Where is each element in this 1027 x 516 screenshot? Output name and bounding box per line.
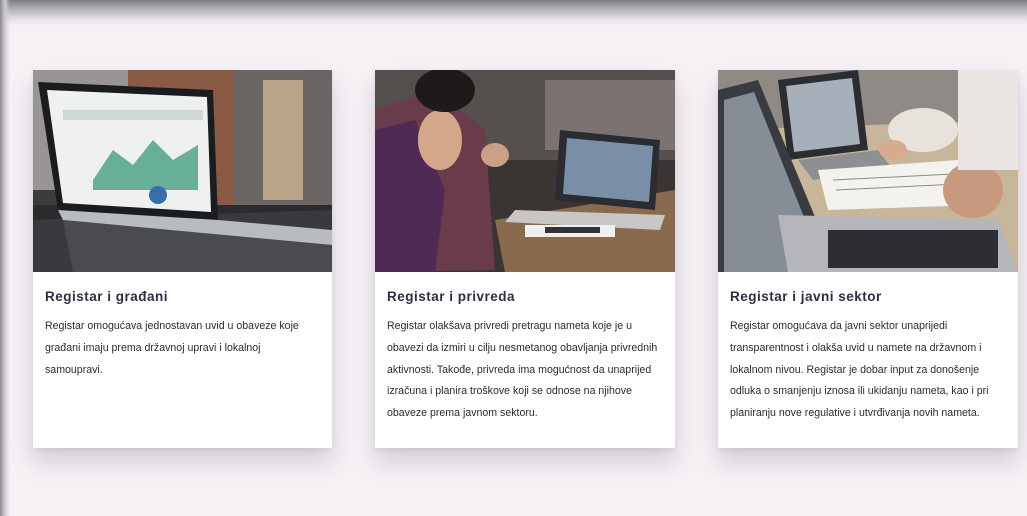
top-shadow-bar	[0, 0, 1027, 26]
laptop-dashboard-photo-icon	[33, 70, 332, 272]
left-edge-shadow	[0, 0, 10, 516]
card-title: Registar i građani	[45, 289, 169, 304]
business-meeting-photo-icon	[375, 70, 675, 272]
card-text: Registar omogućava jednostavan uvid u ob…	[45, 320, 299, 376]
card-registar-gradjani[interactable]: Registar i građani Registar omogućava je…	[33, 70, 332, 448]
card-text: Registar olakšava privredi pretragu name…	[387, 320, 658, 420]
laptop-paperwork-photo-icon	[718, 70, 1018, 272]
card-text: Registar omogućava da javni sektor unapr…	[730, 320, 989, 420]
card-registar-javni-sektor[interactable]: Registar i javni sektor Registar omoguća…	[718, 70, 1018, 448]
card-registar-privreda[interactable]: Registar i privreda Registar olakšava pr…	[375, 70, 675, 448]
card-title: Registar i privreda	[387, 289, 516, 304]
card-title: Registar i javni sektor	[730, 289, 882, 304]
